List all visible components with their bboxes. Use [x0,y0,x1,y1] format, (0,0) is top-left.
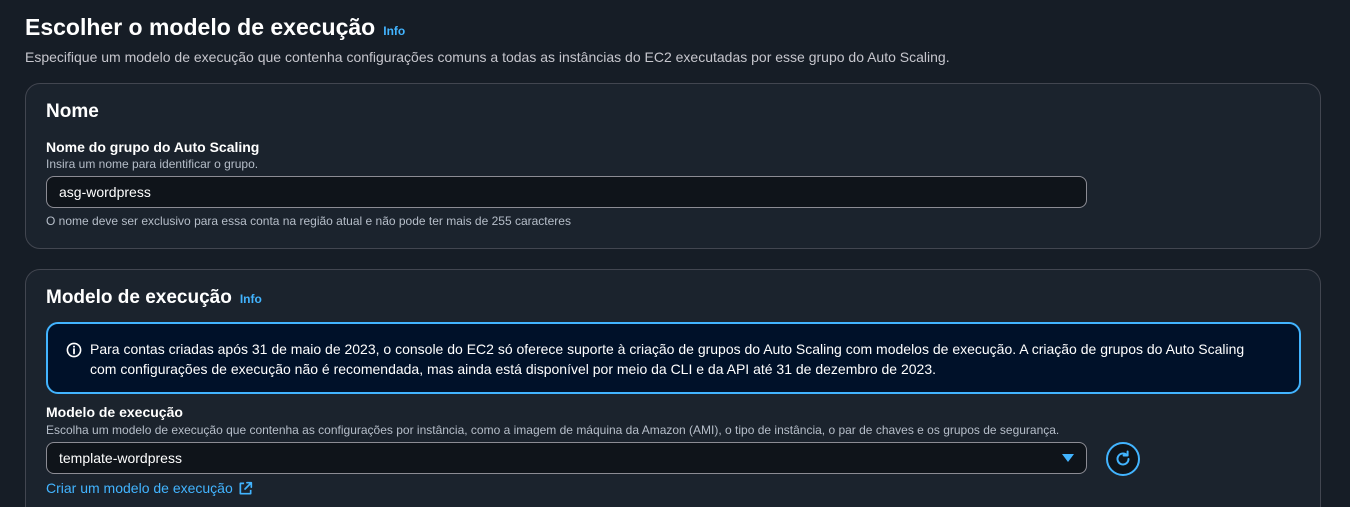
page-title-row: Escolher o modelo de execução Info [25,14,405,41]
refresh-button[interactable] [1106,442,1140,476]
launch-template-select[interactable]: template-wordpress [46,442,1087,474]
caret-down-icon [1062,454,1074,462]
launch-template-page: Escolher o modelo de execução Info Espec… [0,0,1350,507]
refresh-icon [1116,450,1130,466]
name-card: Nome Nome do grupo do Auto Scaling Insir… [25,83,1321,249]
asg-name-description: Insira um nome para identificar o grupo. [46,157,259,171]
asg-name-hint: O nome deve ser exclusivo para essa cont… [46,214,571,228]
launch-template-card-title: Modelo de execução [46,287,232,308]
asg-name-input-value: asg-wordpress [59,184,151,200]
alert-text-line-1: Para contas criadas após 31 de maio de 2… [90,341,1245,357]
launch-template-description: Escolha um modelo de execução que conten… [46,423,1060,437]
page-description: Especifique um modelo de execução que co… [25,49,950,65]
launch-template-info-link[interactable]: Info [240,292,262,306]
launch-template-label: Modelo de execução [46,404,183,420]
page-title: Escolher o modelo de execução [25,14,376,40]
create-launch-template-link[interactable]: Criar um modelo de execução [46,480,253,496]
launch-template-selected-value: template-wordpress [59,450,182,466]
create-launch-template-link-text: Criar um modelo de execução [46,480,233,496]
asg-name-input[interactable]: asg-wordpress [46,176,1087,208]
info-circle-icon [66,342,82,358]
name-card-title: Nome [46,101,99,122]
launch-template-title-row: Modelo de execução Info [46,287,262,309]
launch-template-card: Modelo de execução Info Para contas cria… [25,269,1321,507]
external-link-icon [239,481,252,494]
asg-name-label: Nome do grupo do Auto Scaling [46,139,260,155]
alert-text-line-2: com configurações de execução não é reco… [90,361,936,377]
header-info-link[interactable]: Info [383,24,405,38]
launch-config-alert: Para contas criadas após 31 de maio de 2… [46,322,1301,394]
page-header: Escolher o modelo de execução Info [25,14,405,41]
